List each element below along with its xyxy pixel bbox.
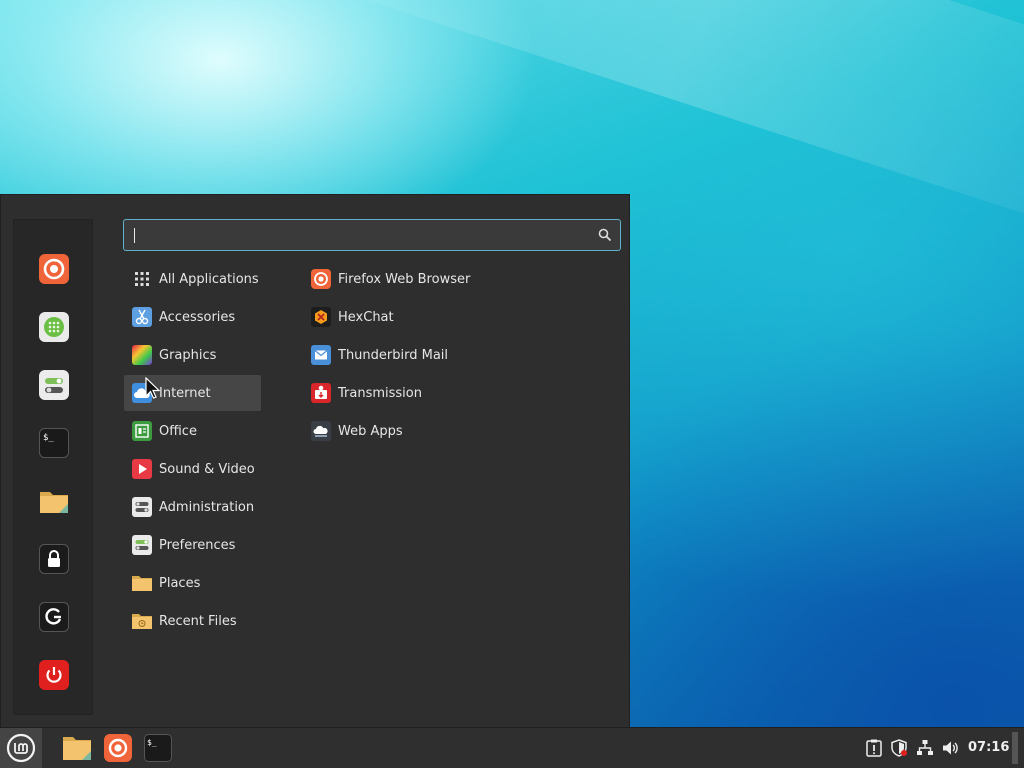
category-accessories[interactable]: Accessories: [124, 299, 261, 335]
firefox-icon: [104, 734, 132, 762]
app-thunderbird[interactable]: Thunderbird Mail: [303, 337, 603, 373]
launcher-files[interactable]: [62, 733, 92, 763]
category-label: Graphics: [159, 347, 217, 363]
favorite-system-settings[interactable]: [38, 369, 70, 401]
mouse-pointer-icon: [145, 377, 161, 399]
mint-logo-icon: [6, 733, 36, 763]
launcher-firefox[interactable]: [103, 733, 133, 763]
clock[interactable]: 07:16: [968, 740, 1009, 755]
menu-button[interactable]: [0, 728, 42, 768]
category-office[interactable]: Office: [124, 413, 261, 449]
terminal-glyph: $_: [147, 738, 157, 747]
favorites-sidebar: $_: [13, 219, 93, 715]
logout-icon: [39, 602, 69, 632]
terminal-glyph: $_: [43, 433, 54, 443]
shield-icon: [891, 739, 907, 757]
category-label: Recent Files: [159, 613, 237, 629]
app-transmission[interactable]: Transmission: [303, 375, 603, 411]
preferences-icon: [132, 535, 152, 555]
folder-icon: [132, 573, 152, 593]
terminal-icon: $_: [39, 428, 69, 458]
category-all-applications[interactable]: All Applications: [124, 261, 261, 297]
lock-icon: [39, 544, 69, 574]
power-icon: [39, 660, 69, 690]
text-caret: [134, 228, 135, 243]
launcher-terminal[interactable]: $_: [143, 733, 173, 763]
category-label: Administration: [159, 499, 255, 515]
favorite-terminal[interactable]: $_: [38, 427, 70, 459]
transmission-icon: [311, 383, 331, 403]
folder-icon: [40, 492, 68, 513]
category-label: Sound & Video: [159, 461, 255, 477]
app-hexchat[interactable]: HexChat: [303, 299, 603, 335]
category-graphics[interactable]: Graphics: [124, 337, 261, 373]
administration-icon: [132, 497, 152, 517]
favorite-firefox[interactable]: [38, 253, 70, 285]
category-preferences[interactable]: Preferences: [124, 527, 261, 563]
office-icon: [132, 421, 152, 441]
category-label: Accessories: [159, 309, 236, 325]
app-web-apps[interactable]: Web Apps: [303, 413, 603, 449]
network-icon: [917, 740, 933, 755]
volume-icon: [943, 741, 958, 755]
firefox-icon: [311, 269, 331, 289]
favorite-files[interactable]: [38, 485, 70, 517]
category-administration[interactable]: Administration: [124, 489, 261, 525]
category-label: Office: [159, 423, 197, 439]
search-input[interactable]: [130, 223, 594, 249]
bottom-panel: $_ 07:16: [0, 727, 1024, 768]
firefox-icon: [39, 254, 69, 284]
app-label: Firefox Web Browser: [338, 271, 471, 287]
favorite-lock-screen[interactable]: [38, 543, 70, 575]
recent-folder-icon: [132, 611, 152, 631]
category-label: All Applications: [159, 271, 259, 287]
category-places[interactable]: Places: [124, 565, 261, 601]
favorite-logout[interactable]: [38, 601, 70, 633]
app-label: HexChat: [338, 309, 394, 325]
tray-network[interactable]: [916, 739, 934, 757]
hexchat-icon: [311, 307, 331, 327]
terminal-icon: $_: [144, 734, 172, 762]
scissors-icon: [132, 307, 152, 327]
thunderbird-icon: [311, 345, 331, 365]
software-manager-icon: [39, 312, 69, 342]
update-manager-icon: [866, 739, 882, 757]
folder-icon: [63, 737, 91, 760]
settings-toggle-icon: [39, 370, 69, 400]
app-label: Thunderbird Mail: [338, 347, 449, 363]
tray-volume[interactable]: [942, 739, 960, 757]
graphics-icon: [132, 345, 152, 365]
show-desktop-button[interactable]: [1012, 732, 1018, 764]
app-label: Transmission: [338, 385, 422, 401]
search-box[interactable]: [123, 219, 621, 251]
app-firefox[interactable]: Firefox Web Browser: [303, 261, 603, 297]
tray-firewall[interactable]: [890, 739, 908, 757]
tray-update-manager[interactable]: [865, 739, 883, 757]
search-icon: [598, 228, 612, 242]
favorite-software-manager[interactable]: [38, 311, 70, 343]
category-label: Internet: [159, 385, 211, 401]
grid-icon: [132, 269, 152, 289]
category-sound-video[interactable]: Sound & Video: [124, 451, 261, 487]
category-label: Places: [159, 575, 201, 591]
play-icon: [132, 459, 152, 479]
category-label: Preferences: [159, 537, 236, 553]
favorite-shutdown[interactable]: [38, 659, 70, 691]
web-apps-icon: [311, 421, 331, 441]
application-menu: $_ All Applications Accessories Graphics…: [0, 194, 630, 727]
category-recent-files[interactable]: Recent Files: [124, 603, 261, 639]
app-label: Web Apps: [338, 423, 403, 439]
